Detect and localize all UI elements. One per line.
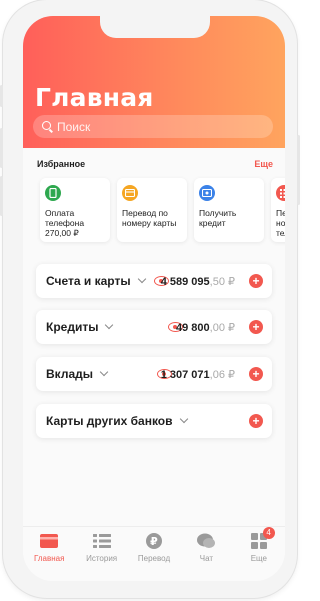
amount-main: 49 800: [175, 321, 210, 334]
side-button: [0, 85, 3, 107]
tab-label: Перевод: [137, 554, 171, 563]
tab-chat[interactable]: Чат: [180, 527, 232, 581]
tab-more[interactable]: 4 Еще: [233, 527, 285, 581]
tab-history[interactable]: История: [75, 527, 127, 581]
power-button: [297, 135, 300, 205]
card-icon: [122, 185, 138, 201]
account-amount: 49 800,00 ₽: [176, 321, 235, 334]
favorite-label: Получить кредит: [199, 208, 237, 228]
favorite-phone-transfer[interactable]: Перевод по номеру телефона: [271, 178, 285, 242]
ruble-icon: ₽: [146, 533, 163, 549]
search-input[interactable]: Поиск: [33, 115, 273, 138]
account-name: Счета и карты: [46, 274, 131, 288]
favorite-get-credit[interactable]: Получить кредит: [194, 178, 264, 242]
add-button[interactable]: +: [249, 367, 263, 381]
tab-label: Еще: [250, 554, 267, 563]
tab-label: История: [86, 554, 118, 563]
chevron-down-icon: [105, 320, 114, 330]
notch: [100, 16, 210, 38]
account-name: Вклады: [46, 367, 93, 381]
credit-icon: [199, 185, 215, 201]
tab-label: Главная: [33, 554, 65, 563]
chevron-down-icon: [99, 367, 109, 377]
volume-up-button: [0, 128, 3, 168]
favorite-card-transfer[interactable]: Перевод по номеру карты: [117, 178, 187, 242]
search-placeholder: Поиск: [57, 119, 91, 134]
favorite-label: Перевод по номеру карты: [122, 208, 177, 228]
favorites-heading: Избранное: [37, 159, 86, 169]
accounts-row-deposits[interactable]: Вклады 1 307 071,06 ₽ +: [36, 357, 272, 391]
calculator-icon: [276, 185, 285, 201]
account-name: Кредиты: [46, 320, 99, 334]
add-button[interactable]: +: [249, 320, 263, 334]
accounts-row-credits[interactable]: Кредиты 49 800,00 ₽ +: [36, 310, 272, 344]
amount-decimal: ,06 ₽: [209, 368, 235, 381]
accounts-row-cards[interactable]: Счета и карты 4 589 095,50 ₽ +: [36, 264, 272, 298]
page-title: Главная: [35, 83, 154, 112]
history-list-icon: [92, 534, 111, 548]
account-amount: 1 307 071,06 ₽: [161, 368, 235, 381]
notification-badge: 4: [262, 527, 275, 539]
home-card-icon: [40, 534, 59, 548]
amount-main: 1 307 071: [160, 368, 210, 381]
tab-home[interactable]: Главная: [23, 527, 75, 581]
amount-main: 4 589 095: [160, 275, 210, 288]
chevron-down-icon: [137, 274, 146, 284]
chevron-down-icon: [179, 414, 188, 424]
app-screen: Главная Поиск Избранное Еще Оплата телеф…: [23, 16, 285, 581]
add-button[interactable]: +: [249, 274, 263, 288]
add-button[interactable]: +: [249, 414, 263, 428]
tab-bar: Главная История ₽ Перевод Чат 4 Еще: [23, 526, 285, 581]
chat-icon: [197, 533, 216, 548]
account-amount: 4 589 095,50 ₽: [161, 275, 235, 288]
amount-decimal: ,00 ₽: [209, 321, 235, 334]
search-icon: [42, 121, 51, 130]
phone-frame: Главная Поиск Избранное Еще Оплата телеф…: [0, 0, 300, 598]
favorite-phone-payment[interactable]: Оплата телефона 270,00 ₽: [40, 178, 110, 242]
phone-icon: [45, 185, 61, 201]
amount-decimal: ,50 ₽: [209, 275, 235, 288]
favorite-label: Перевод по номеру телефона: [276, 208, 285, 238]
favorites-more-link[interactable]: Еще: [254, 159, 273, 169]
tab-label: Чат: [199, 554, 214, 563]
svg-text:₽: ₽: [150, 535, 158, 548]
favorite-label: Оплата телефона: [45, 208, 85, 228]
volume-down-button: [0, 176, 3, 216]
favorite-amount: 270,00 ₽: [45, 228, 79, 238]
favorites-list: Оплата телефона 270,00 ₽ Перевод по номе…: [40, 178, 285, 242]
tab-transfer[interactable]: ₽ Перевод: [128, 527, 180, 581]
account-name: Карты других банков: [46, 414, 173, 428]
accounts-row-other-banks[interactable]: Карты других банков +: [36, 404, 272, 438]
